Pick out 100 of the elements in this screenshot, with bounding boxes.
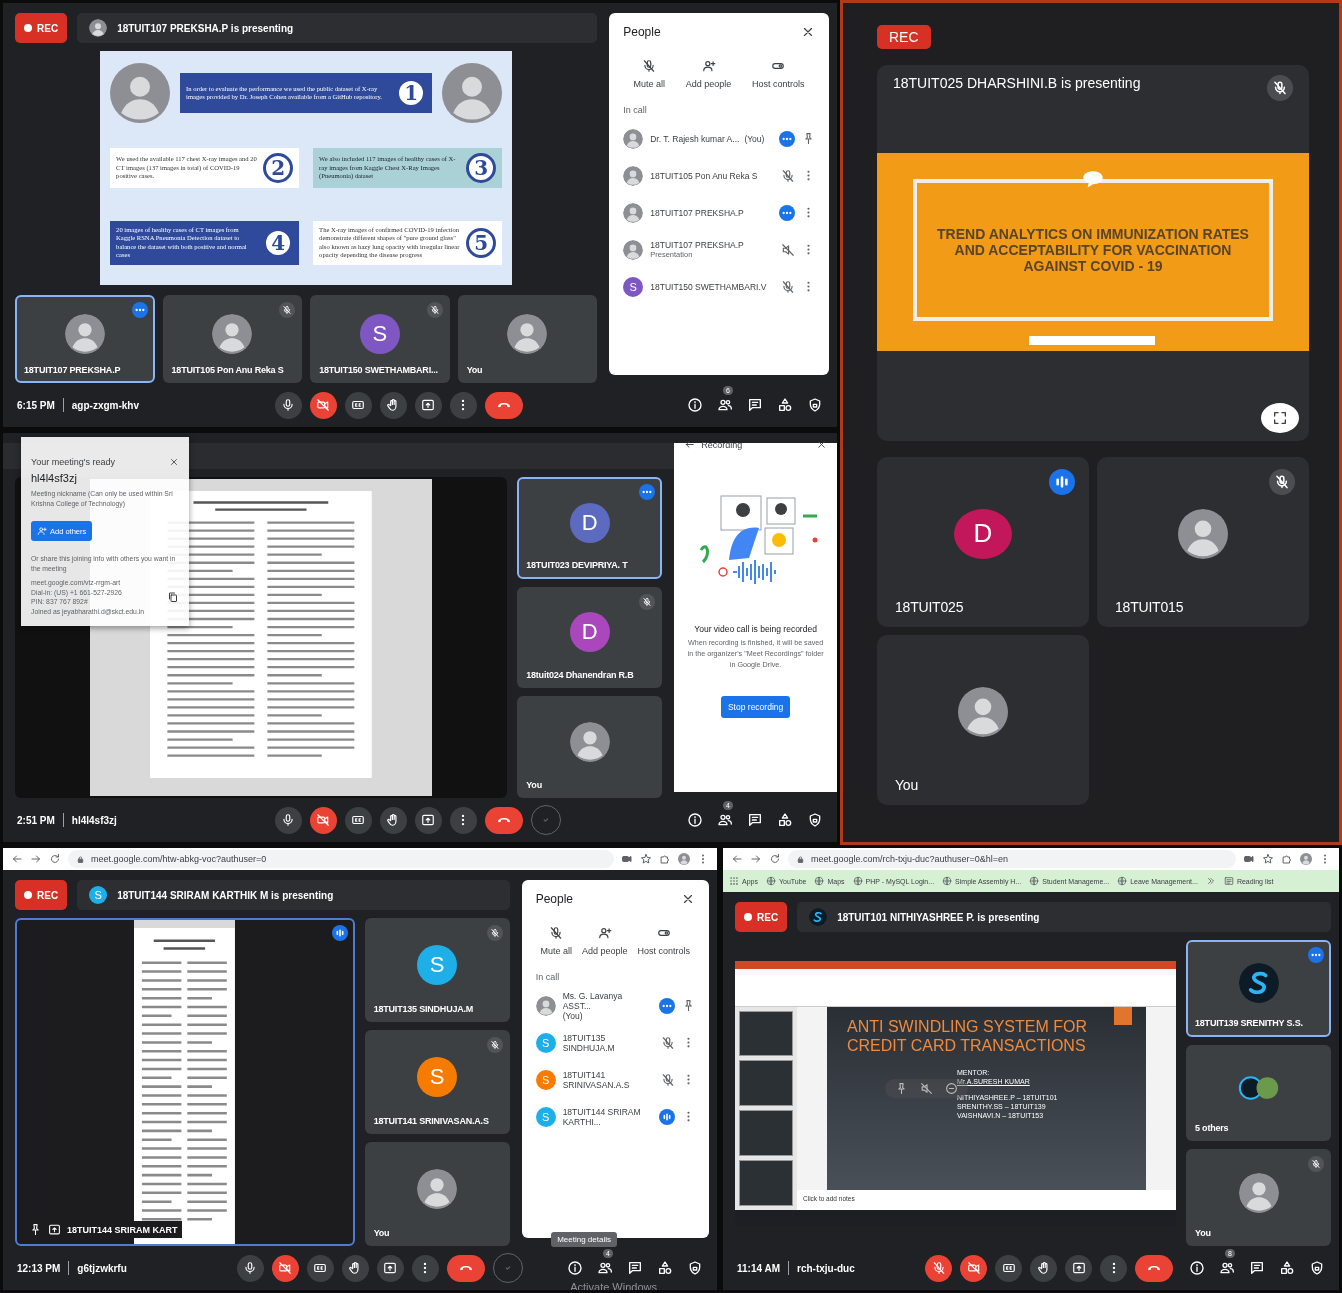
person-avatar[interactable] xyxy=(1300,853,1312,865)
person-avatar[interactable] xyxy=(678,853,690,865)
camera-button[interactable] xyxy=(309,806,337,834)
slide-thumbnail[interactable] xyxy=(739,1010,793,1057)
shapes-icon[interactable] xyxy=(657,1260,673,1276)
shield-icon[interactable] xyxy=(807,397,823,413)
microphone-button[interactable] xyxy=(274,391,302,419)
fullscreen-button[interactable] xyxy=(1261,403,1299,433)
meeting-code: g6tjzwkrfu xyxy=(77,1262,127,1274)
volume-off-icon[interactable] xyxy=(920,1081,933,1095)
camera-button[interactable] xyxy=(271,1254,299,1282)
close-icon[interactable] xyxy=(816,439,827,450)
info-icon[interactable] xyxy=(687,812,703,828)
microphone-button[interactable] xyxy=(925,1254,953,1282)
present-button[interactable] xyxy=(414,806,442,834)
star-icon[interactable] xyxy=(640,853,652,865)
present-icon xyxy=(1071,1261,1086,1275)
more-options-icon[interactable] xyxy=(779,204,795,221)
chat-icon[interactable] xyxy=(1249,1260,1265,1276)
forward-arrow-icon[interactable] xyxy=(30,853,42,865)
shield-icon[interactable] xyxy=(1309,1260,1325,1276)
microphone-button[interactable] xyxy=(236,1254,264,1282)
chat-icon[interactable] xyxy=(747,397,763,413)
present-button[interactable] xyxy=(414,391,442,419)
people-icon[interactable] xyxy=(717,812,733,828)
puzzle-icon[interactable] xyxy=(1281,853,1293,865)
forward-arrow-icon[interactable] xyxy=(750,853,762,865)
panel-title: People xyxy=(623,25,661,39)
info-icon[interactable] xyxy=(567,1260,583,1276)
pin-icon[interactable] xyxy=(29,1223,42,1236)
people-icon[interactable] xyxy=(1219,1260,1235,1276)
shield-icon[interactable] xyxy=(807,812,823,828)
host-controls-button[interactable]: Host controls xyxy=(752,59,805,89)
present-button[interactable] xyxy=(1065,1254,1093,1282)
star-icon[interactable] xyxy=(1262,853,1274,865)
info-icon[interactable] xyxy=(687,397,703,413)
camera-button[interactable] xyxy=(960,1254,988,1282)
tooltip: Meeting details xyxy=(551,1232,617,1247)
camera-icon[interactable] xyxy=(621,853,633,865)
raise-hand-button[interactable] xyxy=(341,1254,369,1282)
more-options-icon[interactable] xyxy=(779,130,795,147)
camera-icon[interactable] xyxy=(1243,853,1255,865)
end-call-button[interactable] xyxy=(446,1254,485,1282)
fullscreen-icon xyxy=(1272,410,1288,426)
raise-hand-button[interactable] xyxy=(379,391,407,419)
captions-button[interactable] xyxy=(995,1254,1023,1282)
more-options-icon[interactable] xyxy=(131,302,148,318)
reload-icon[interactable] xyxy=(49,853,61,865)
mic-off-icon xyxy=(1308,1156,1324,1173)
close-icon[interactable] xyxy=(801,25,815,39)
add-person-icon xyxy=(597,926,612,940)
recording-indicator: REC xyxy=(15,13,68,43)
participant-name: 18TUIT141 SRINIVASAN.A.S xyxy=(562,1069,631,1090)
end-call-button[interactable] xyxy=(1135,1254,1174,1282)
chat-icon[interactable] xyxy=(627,1260,643,1276)
address-bar[interactable]: meet.google.com/htw-abkg-voc?authuser=0 xyxy=(68,850,614,868)
people-icon[interactable] xyxy=(597,1260,613,1276)
puzzle-icon[interactable] xyxy=(659,853,671,865)
captions-button[interactable] xyxy=(344,391,372,419)
add-person-icon xyxy=(701,59,716,73)
mute-all-button[interactable]: Mute all xyxy=(540,926,573,956)
more-options-icon[interactable] xyxy=(1308,947,1324,963)
pin-icon[interactable] xyxy=(682,999,695,1012)
captions-button[interactable] xyxy=(344,806,372,834)
presenting-text: 18TUIT101 NITHIYASHREE P. is presenting xyxy=(837,911,1040,923)
address-bar[interactable]: meet.google.com/rch-txju-duc?authuser=0&hl=en xyxy=(788,850,1236,868)
microphone-button[interactable] xyxy=(274,806,302,834)
reload-icon[interactable] xyxy=(769,853,781,865)
info-icon[interactable] xyxy=(1189,1260,1205,1276)
host-controls-button[interactable]: Host controls xyxy=(637,926,690,956)
more-options-icon[interactable] xyxy=(639,484,656,500)
shapes-icon[interactable] xyxy=(1279,1260,1295,1276)
end-call-button[interactable] xyxy=(484,391,523,419)
shapes-icon[interactable] xyxy=(777,812,793,828)
slide-thumbnail[interactable] xyxy=(739,1159,793,1206)
remove-icon[interactable] xyxy=(945,1081,958,1095)
add-people-button[interactable]: Add people xyxy=(685,59,732,89)
present-icon xyxy=(383,1261,397,1275)
add-people-button[interactable]: Add people xyxy=(582,926,628,956)
more-options-icon[interactable] xyxy=(659,997,675,1014)
chevron-icon[interactable] xyxy=(1205,876,1216,886)
slide-thumbnail[interactable] xyxy=(739,1110,793,1156)
camera-button[interactable] xyxy=(309,391,337,419)
copy-icon[interactable] xyxy=(167,591,179,604)
end-call-button[interactable] xyxy=(484,806,523,834)
raise-hand-button[interactable] xyxy=(1030,1254,1058,1282)
back-arrow-icon[interactable] xyxy=(684,439,696,450)
chat-icon[interactable] xyxy=(747,812,763,828)
raise-hand-button[interactable] xyxy=(379,806,407,834)
shapes-icon[interactable] xyxy=(777,397,793,413)
people-icon[interactable] xyxy=(717,397,733,413)
pin-icon[interactable] xyxy=(802,132,815,145)
captions-button[interactable] xyxy=(306,1254,334,1282)
step-number: 5 xyxy=(466,227,497,258)
shield-icon[interactable] xyxy=(687,1260,703,1276)
stop-recording-button[interactable]: Stop recording xyxy=(720,696,791,719)
present-button[interactable] xyxy=(376,1254,404,1282)
close-icon[interactable] xyxy=(681,892,695,906)
mute-all-button[interactable]: Mute all xyxy=(633,59,666,89)
slide-thumbnail[interactable] xyxy=(739,1060,793,1106)
